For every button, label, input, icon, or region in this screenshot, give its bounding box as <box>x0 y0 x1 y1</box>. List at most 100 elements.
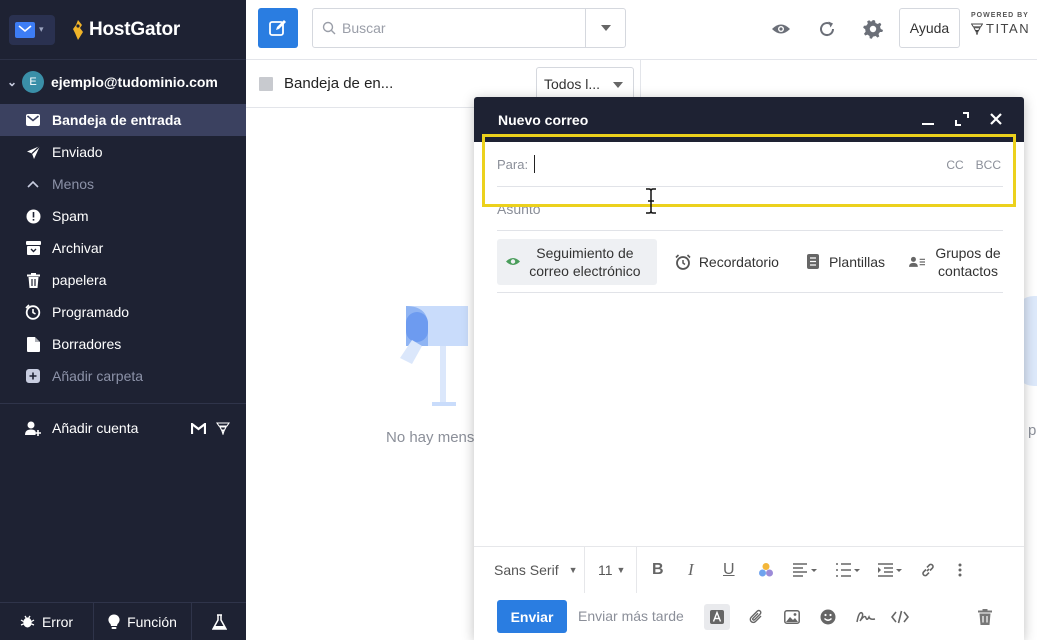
titan-name: TITAN <box>986 21 1031 36</box>
caret-down-icon: ▼ <box>616 565 626 575</box>
select-all-checkbox[interactable] <box>259 76 273 91</box>
divider <box>636 547 637 593</box>
gmail-icon[interactable] <box>191 422 206 434</box>
sidebar-item-label: Spam <box>52 208 89 224</box>
sidebar-item-label: Menos <box>52 176 95 192</box>
refresh-icon[interactable] <box>817 19 837 39</box>
brand-logo: HostGator <box>71 19 180 41</box>
filter-value: Todos l... <box>544 76 601 92</box>
sidebar-item-inbox[interactable]: Bandeja de entrada <box>0 104 246 136</box>
emoji-icon[interactable] <box>819 608 837 626</box>
add-folder-icon <box>24 367 42 385</box>
search-icon <box>322 21 336 35</box>
top-bar: Ayuda POWERED BY TITAN <box>246 0 1037 60</box>
filter-dropdown[interactable]: Todos l... <box>536 67 634 101</box>
more-icon[interactable] <box>958 547 962 593</box>
labs-button[interactable] <box>192 603 246 640</box>
account-row[interactable]: ⌄ E ejemplo@tudominio.com <box>0 60 246 104</box>
sidebar-item-drafts[interactable]: Borradores <box>0 328 246 360</box>
avatar: E <box>22 71 44 93</box>
brand-name: HostGator <box>89 18 181 40</box>
templates-button[interactable]: Plantillas <box>805 239 885 285</box>
image-icon[interactable] <box>783 608 801 626</box>
chevron-down-icon[interactable]: ⌄ <box>4 75 20 89</box>
list-icon[interactable] <box>836 547 862 593</box>
chevron-down-icon: ▾ <box>39 24 44 34</box>
bold-icon[interactable]: B <box>652 547 664 593</box>
sidebar-item-add-folder[interactable]: Añadir carpeta <box>0 360 246 392</box>
subject-input[interactable] <box>497 200 977 217</box>
compose-button[interactable] <box>258 8 298 48</box>
sidebar-item-spam[interactable]: Spam <box>0 200 246 232</box>
chevron-down-icon <box>600 25 611 31</box>
gear-icon[interactable] <box>863 19 883 39</box>
font-family-value: Sans Serif <box>494 562 559 578</box>
account-email: ejemplo@tudominio.com <box>51 74 218 90</box>
search-input[interactable] <box>342 20 582 36</box>
align-icon[interactable] <box>793 547 819 593</box>
formatting-toolbar: Sans Serif ▼ 11 ▼ B I U <box>474 546 1024 593</box>
sidebar-item-less[interactable]: Menos <box>0 168 246 200</box>
compose-features: Seguimiento de correo electrónico Record… <box>497 231 1003 293</box>
bcc-button[interactable]: BCC <box>976 158 1001 172</box>
underline-icon[interactable]: U <box>723 547 735 593</box>
gator-icon <box>73 19 83 40</box>
to-label: Para: <box>497 156 529 172</box>
templates-label: Plantillas <box>828 253 885 270</box>
sidebar-item-archive[interactable]: Archivar <box>0 232 246 264</box>
sidebar-item-label: Programado <box>52 304 130 320</box>
archive-icon <box>24 239 42 257</box>
sidebar-item-sent[interactable]: Enviado <box>0 136 246 168</box>
sidebar-item-label: Enviado <box>52 144 103 160</box>
app-switcher[interactable]: ▾ <box>9 14 55 45</box>
reminder-button[interactable]: Recordatorio <box>675 239 779 285</box>
send-button[interactable]: Enviar <box>497 600 567 633</box>
compose-title: Nuevo correo <box>498 111 589 128</box>
error-button[interactable]: Error <box>0 603 94 640</box>
titan-icon <box>971 23 983 35</box>
italic-icon[interactable]: I <box>688 547 694 593</box>
search-options-button[interactable] <box>585 9 625 47</box>
font-size-select[interactable]: 11 ▼ <box>598 547 625 593</box>
eye-icon[interactable] <box>771 19 791 39</box>
send-later-button[interactable]: Enviar más tarde <box>578 608 684 624</box>
font-family-select[interactable]: Sans Serif ▼ <box>494 547 578 593</box>
add-user-icon <box>24 419 42 437</box>
email-tracking-button[interactable]: Seguimiento de correo electrónico <box>497 238 657 285</box>
close-icon[interactable] <box>988 111 1004 127</box>
cc-button[interactable]: CC <box>946 158 963 172</box>
minimize-icon[interactable] <box>920 111 936 127</box>
compose-header: Nuevo correo <box>474 97 1024 142</box>
chevron-down-icon <box>613 82 623 88</box>
list-title: Bandeja de en... <box>284 75 394 92</box>
text-format-icon[interactable] <box>704 604 730 630</box>
indent-icon[interactable] <box>878 547 904 593</box>
cc-bcc-toggles: CC BCC <box>946 158 1001 172</box>
sidebar-item-trash[interactable]: papelera <box>0 264 246 296</box>
feature-button[interactable]: Función <box>94 603 192 640</box>
code-icon[interactable] <box>890 608 910 626</box>
feature-label: Función <box>127 613 177 630</box>
send-icon <box>24 143 42 161</box>
text-color-icon[interactable] <box>758 547 774 593</box>
to-field[interactable]: Para: CC BCC <box>497 142 1003 187</box>
search-box <box>312 8 626 48</box>
expand-icon[interactable] <box>954 111 970 127</box>
provider-icons <box>191 421 230 435</box>
contact-groups-label: Grupos de contactos <box>935 244 1001 279</box>
sidebar-item-label: Borradores <box>52 336 122 352</box>
signature-icon[interactable] <box>855 608 877 626</box>
contact-groups-button[interactable]: Grupos de contactos <box>909 239 1003 285</box>
sidebar-item-scheduled[interactable]: Programado <box>0 296 246 328</box>
discard-icon[interactable] <box>976 608 994 626</box>
help-button[interactable]: Ayuda <box>899 8 960 48</box>
titan-icon[interactable] <box>216 421 230 435</box>
bug-icon <box>20 615 35 628</box>
add-account-label: Añadir cuenta <box>52 420 139 436</box>
subject-field <box>497 187 1003 231</box>
attachment-icon[interactable] <box>747 608 765 626</box>
add-account-button[interactable]: Añadir cuenta <box>0 404 246 452</box>
link-icon[interactable] <box>920 547 936 593</box>
chevron-up-icon <box>24 175 42 193</box>
drafts-icon <box>24 335 42 353</box>
